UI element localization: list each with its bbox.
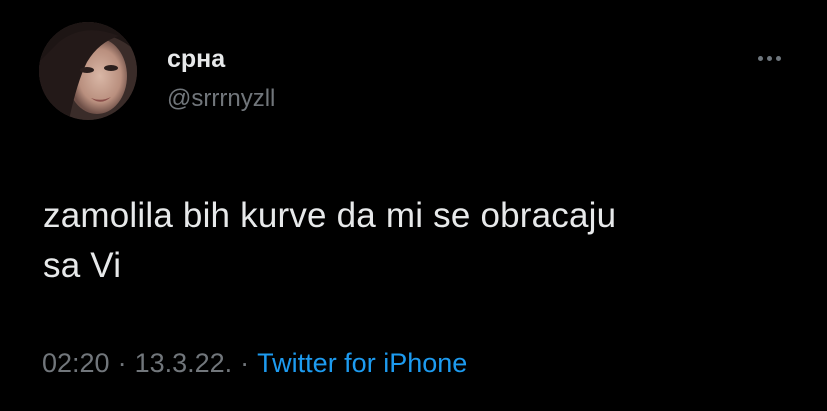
tweet-date[interactable]: 13.3.22. bbox=[135, 348, 233, 378]
separator: · bbox=[117, 348, 127, 378]
avatar-photo bbox=[39, 22, 137, 120]
tweet-text-line: zamolila bih kurve da mi se obracaju bbox=[43, 196, 617, 235]
avatar[interactable] bbox=[39, 22, 137, 120]
more-horizontal-icon-dot bbox=[775, 55, 781, 61]
display-name[interactable]: срна bbox=[167, 44, 225, 74]
more-options-button[interactable] bbox=[750, 48, 788, 68]
tweet-metadata: 02:20 · 13.3.22. · Twitter for iPhone bbox=[42, 346, 467, 380]
tweet-text: zamolila bih kurve da mi se obracaju sa … bbox=[43, 191, 783, 291]
tweet-text-line: sa Vi bbox=[43, 246, 122, 285]
tweet-source-link[interactable]: Twitter for iPhone bbox=[257, 348, 467, 378]
tweet-time[interactable]: 02:20 bbox=[42, 348, 110, 378]
tweet-card: срна @srrrnyzll zamolila bih kurve da mi… bbox=[0, 0, 827, 411]
more-horizontal-icon-dot bbox=[766, 55, 772, 61]
more-horizontal-icon bbox=[757, 55, 763, 61]
separator: · bbox=[240, 348, 250, 378]
user-handle[interactable]: @srrrnyzll bbox=[167, 84, 275, 114]
